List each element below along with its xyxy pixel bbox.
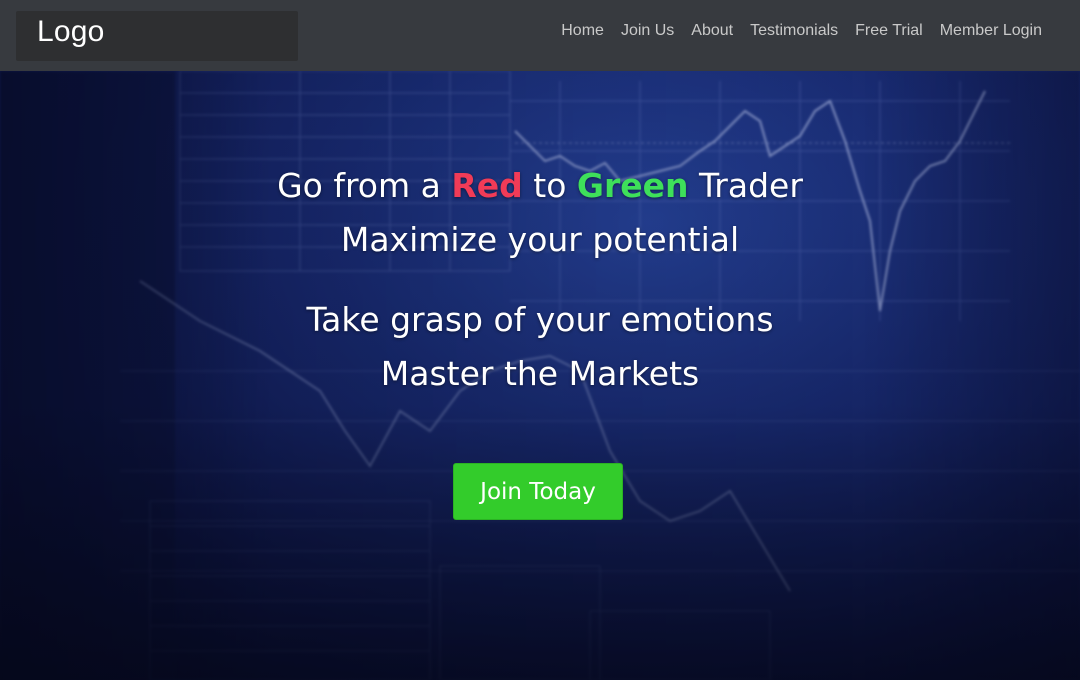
hero-line-1-middle: to: [522, 166, 577, 205]
hero-line-3: Take grasp of your emotions: [306, 300, 774, 339]
hero-word-red: Red: [451, 166, 523, 205]
hero-word-green: Green: [576, 166, 689, 205]
hero-line-2: Maximize your potential: [340, 220, 740, 259]
join-today-button[interactable]: Join Today: [453, 463, 623, 520]
hero-line-1-prefix: Go from a: [277, 166, 452, 205]
nav-link-join-us[interactable]: Join Us: [621, 22, 674, 40]
top-navbar: Logo Home Join Us About Testimonials Fre…: [0, 0, 1080, 71]
nav-link-testimonials[interactable]: Testimonials: [750, 22, 838, 40]
hero-section: Go from a Red to Green Trader Maximize y…: [0, 71, 1080, 680]
main-nav: Home Join Us About Testimonials Free Tri…: [561, 22, 1042, 40]
nav-link-home[interactable]: Home: [561, 22, 604, 40]
nav-link-free-trial[interactable]: Free Trial: [855, 22, 923, 40]
hero-headline-primary: Go from a Red to Green Trader Maximize y…: [0, 159, 1080, 267]
hero-line-4: Master the Markets: [380, 354, 700, 393]
hero-headline-secondary: Take grasp of your emotions Master the M…: [0, 293, 1080, 401]
hero-line-1: Go from a Red to Green Trader: [0, 159, 1080, 213]
logo[interactable]: Logo: [37, 15, 105, 49]
nav-link-member-login[interactable]: Member Login: [940, 22, 1042, 40]
nav-link-about[interactable]: About: [691, 22, 733, 40]
hero-line-1-suffix: Trader: [688, 166, 803, 205]
logo-container[interactable]: Logo: [16, 11, 298, 61]
